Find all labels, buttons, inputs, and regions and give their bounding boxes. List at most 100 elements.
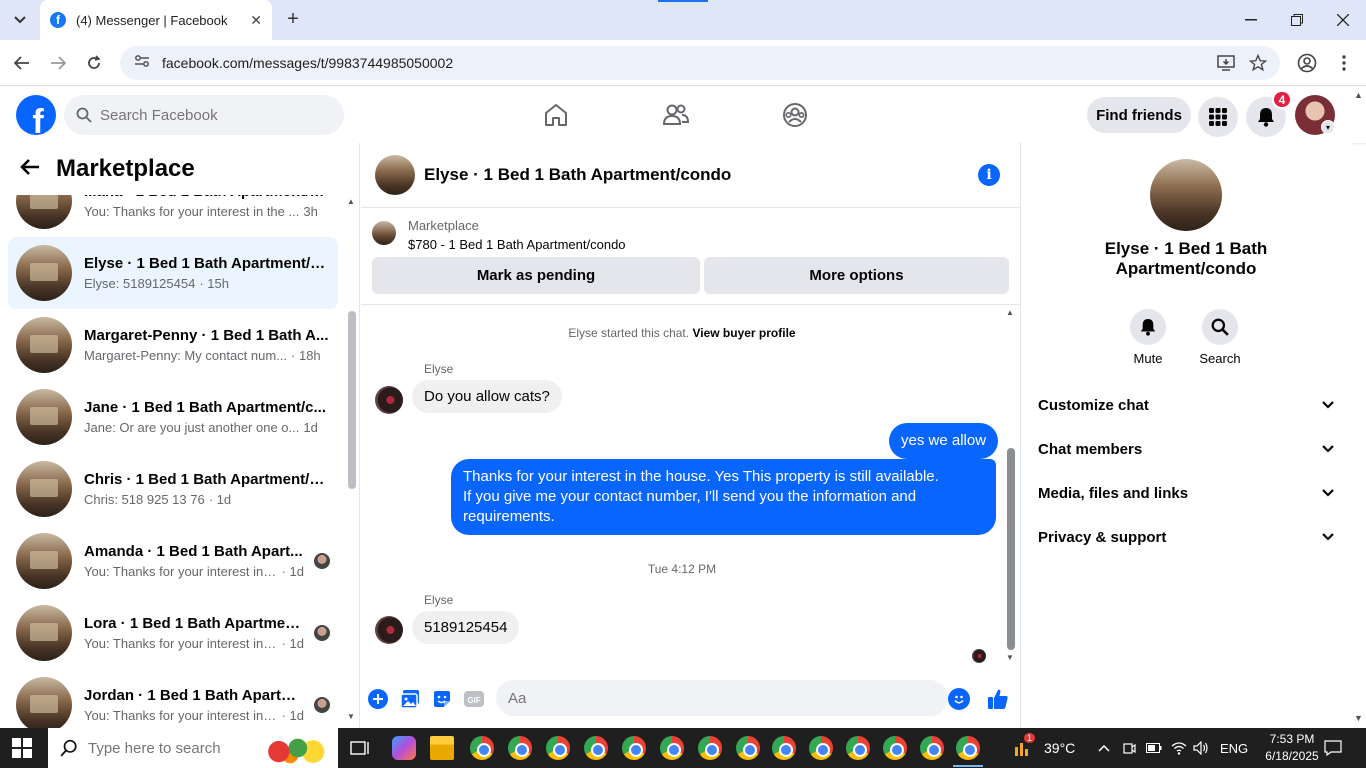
chrome-icon[interactable] bbox=[772, 736, 796, 760]
scrollbar-thumb[interactable] bbox=[348, 311, 356, 489]
conversation-avatar[interactable] bbox=[1150, 159, 1222, 231]
battery-icon[interactable] bbox=[1146, 728, 1162, 768]
photo-icon[interactable] bbox=[399, 688, 421, 710]
listing-thumbnail[interactable] bbox=[372, 221, 396, 245]
chrome-icon[interactable] bbox=[470, 736, 494, 760]
system-clock[interactable]: 7:53 PM 6/18/2025 bbox=[1262, 731, 1322, 765]
mute-action[interactable]: Mute bbox=[1118, 309, 1178, 366]
facebook-logo-icon[interactable]: f bbox=[16, 95, 56, 135]
sender-avatar[interactable] bbox=[375, 386, 403, 414]
kebab-menu-icon[interactable] bbox=[1332, 51, 1356, 75]
incoming-message[interactable]: 5189125454 bbox=[412, 611, 520, 644]
facebook-search-input[interactable] bbox=[100, 106, 320, 124]
groups-icon[interactable] bbox=[779, 99, 811, 131]
taskbar-search-input[interactable] bbox=[88, 739, 268, 757]
sidebar-scrollbar[interactable]: ▲ ▼ bbox=[346, 197, 358, 722]
back-arrow-icon[interactable] bbox=[20, 156, 40, 182]
info-icon[interactable]: i bbox=[978, 164, 1000, 186]
message-input[interactable] bbox=[508, 689, 908, 707]
weather-widget[interactable]: 1 39°C bbox=[1012, 728, 1075, 768]
chrome-icon[interactable] bbox=[508, 736, 532, 760]
conversation-item[interactable]: Lora · 1 Bed 1 Bath Apartment... You: Th… bbox=[8, 597, 338, 669]
copilot-icon[interactable] bbox=[392, 736, 416, 760]
meet-now-icon[interactable] bbox=[1122, 728, 1136, 768]
incoming-message[interactable]: Do you allow cats? bbox=[412, 380, 562, 413]
back-arrow-icon[interactable] bbox=[10, 51, 34, 75]
conversation-item[interactable]: Jordan · 1 Bed 1 Bath Apartme... You: Th… bbox=[8, 669, 338, 728]
facebook-search-box[interactable] bbox=[64, 95, 344, 135]
tab-search-chevron-icon[interactable] bbox=[8, 8, 32, 32]
bookmark-star-icon[interactable] bbox=[1246, 51, 1270, 75]
conversation-item[interactable]: Amanda · 1 Bed 1 Bath Apart... You: Than… bbox=[8, 525, 338, 597]
message-input-box[interactable] bbox=[496, 680, 948, 716]
show-hidden-icons-chevron-up-icon[interactable] bbox=[1098, 728, 1110, 768]
page-scroll-up-icon[interactable]: ▲ bbox=[1354, 90, 1363, 100]
conversation-item[interactable]: Jane · 1 Bed 1 Bath Apartment/c... Jane:… bbox=[8, 381, 338, 453]
install-app-icon[interactable] bbox=[1214, 51, 1238, 75]
gif-icon[interactable]: GIF bbox=[463, 688, 485, 710]
like-thumbs-up-icon[interactable] bbox=[987, 688, 1009, 710]
search-action[interactable]: Search bbox=[1190, 309, 1250, 366]
volume-icon[interactable] bbox=[1193, 728, 1209, 768]
minimize-icon[interactable] bbox=[1236, 8, 1266, 32]
view-buyer-profile-link[interactable]: View buyer profile bbox=[692, 326, 795, 340]
window-close-icon[interactable] bbox=[1328, 8, 1358, 32]
chat-members-section[interactable]: Chat members bbox=[1030, 429, 1342, 469]
conversation-item-active[interactable]: Elyse · 1 Bed 1 Bath Apartment/c... Elys… bbox=[8, 237, 338, 309]
plus-circle-icon[interactable] bbox=[367, 688, 389, 710]
sender-avatar[interactable] bbox=[375, 616, 403, 644]
site-settings-icon[interactable] bbox=[134, 54, 150, 73]
scroll-up-icon[interactable]: ▲ bbox=[347, 197, 355, 206]
chrome-icon[interactable] bbox=[809, 736, 833, 760]
media-files-links-section[interactable]: Media, files and links bbox=[1030, 473, 1342, 513]
scroll-down-icon[interactable]: ▼ bbox=[1006, 653, 1014, 662]
scroll-down-icon[interactable]: ▼ bbox=[347, 712, 355, 721]
customize-chat-section[interactable]: Customize chat bbox=[1030, 385, 1342, 425]
scrollbar-thumb[interactable] bbox=[1007, 448, 1015, 650]
chrome-icon[interactable] bbox=[920, 736, 944, 760]
mark-as-pending-button[interactable]: Mark as pending bbox=[372, 257, 700, 294]
chat-avatar[interactable] bbox=[375, 155, 415, 195]
chrome-icon[interactable] bbox=[956, 736, 980, 760]
chat-scrollbar[interactable]: ▲ ▼ bbox=[1004, 308, 1018, 668]
reload-icon[interactable] bbox=[82, 51, 106, 75]
tab-close-icon[interactable]: ✕ bbox=[250, 12, 262, 29]
chrome-icon[interactable] bbox=[736, 736, 760, 760]
account-chevron-down-icon[interactable]: ▾ bbox=[1321, 120, 1335, 134]
chat-title[interactable]: Elyse · 1 Bed 1 Bath Apartment/condo bbox=[424, 165, 731, 185]
notification-center-icon[interactable] bbox=[1324, 728, 1342, 768]
privacy-support-section[interactable]: Privacy & support bbox=[1030, 517, 1342, 557]
search-icon[interactable] bbox=[1202, 309, 1238, 345]
chrome-icon[interactable] bbox=[546, 736, 570, 760]
outgoing-message[interactable]: yes we allow bbox=[889, 423, 999, 459]
taskbar-search-box[interactable] bbox=[48, 728, 338, 768]
find-friends-button[interactable]: Find friends bbox=[1087, 97, 1191, 133]
chrome-icon[interactable] bbox=[846, 736, 870, 760]
conversation-item[interactable]: Chris · 1 Bed 1 Bath Apartment/c... Chri… bbox=[8, 453, 338, 525]
file-explorer-icon[interactable] bbox=[430, 736, 454, 760]
scroll-up-icon[interactable]: ▲ bbox=[1006, 308, 1014, 317]
home-icon[interactable] bbox=[540, 99, 572, 131]
omnibox[interactable]: facebook.com/messages/t/9983744985050002 bbox=[120, 46, 1280, 80]
chrome-icon[interactable] bbox=[622, 736, 646, 760]
chrome-icon[interactable] bbox=[698, 736, 722, 760]
wifi-icon[interactable] bbox=[1171, 728, 1187, 768]
profile-icon[interactable] bbox=[1295, 51, 1319, 75]
chrome-icon[interactable] bbox=[883, 736, 907, 760]
windows-start-icon[interactable] bbox=[12, 738, 32, 758]
new-tab-icon[interactable]: + bbox=[282, 8, 304, 30]
more-options-button[interactable]: More options bbox=[704, 257, 1009, 294]
menu-grid-icon[interactable] bbox=[1198, 97, 1238, 137]
listing-title[interactable]: $780 - 1 Bed 1 Bath Apartment/condo bbox=[408, 237, 626, 252]
conversation-item[interactable]: Margaret-Penny · 1 Bed 1 Bath A... Marga… bbox=[8, 309, 338, 381]
restore-icon[interactable] bbox=[1282, 8, 1312, 32]
forward-arrow-icon[interactable] bbox=[46, 51, 70, 75]
task-view-icon[interactable] bbox=[348, 736, 372, 760]
chrome-icon[interactable] bbox=[660, 736, 684, 760]
input-language[interactable]: ENG bbox=[1220, 728, 1248, 768]
sticker-icon[interactable] bbox=[431, 688, 453, 710]
browser-tab[interactable]: f (4) Messenger | Facebook ✕ bbox=[40, 0, 272, 40]
page-scroll-down-icon[interactable]: ▼ bbox=[1354, 713, 1363, 723]
chrome-icon[interactable] bbox=[584, 736, 608, 760]
friends-icon[interactable] bbox=[660, 99, 692, 131]
